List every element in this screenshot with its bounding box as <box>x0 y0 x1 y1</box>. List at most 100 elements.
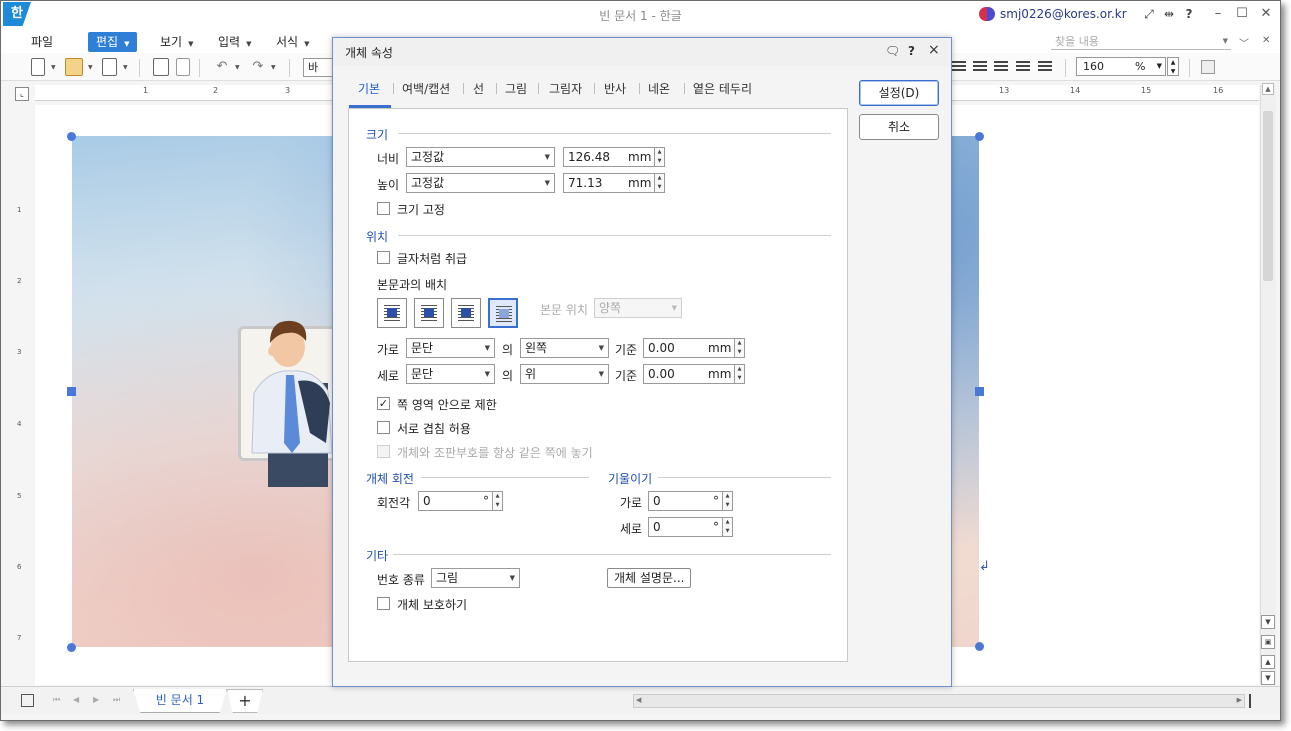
ok-button[interactable]: 설정(D) <box>859 80 939 106</box>
same-page-checkbox[interactable] <box>377 445 390 458</box>
document-list-icon[interactable] <box>21 694 34 707</box>
scrollbar-thumb[interactable] <box>1263 111 1273 281</box>
new-document-icon[interactable] <box>31 58 45 76</box>
style-select[interactable]: 바 <box>303 58 333 77</box>
prev-page-icon[interactable]: ▲ <box>1261 655 1275 669</box>
save-icon[interactable] <box>102 58 117 76</box>
ruler-toggle-icon[interactable]: ⌞ <box>15 87 29 101</box>
menu-format[interactable]: 서식 ▼ <box>276 32 309 52</box>
menu-view[interactable]: 보기 ▼ <box>160 32 193 52</box>
chevron-down-icon[interactable]: ▼ <box>51 64 56 71</box>
preview-icon[interactable] <box>176 58 190 76</box>
width-stepper[interactable]: ▲ ▼ <box>654 147 665 167</box>
account-info[interactable]: smj0226@kores.or.kr <box>979 7 1127 21</box>
dialog-close-icon[interactable]: × <box>928 42 940 58</box>
horizontal-scrollbar[interactable]: ◀ ▶ <box>633 694 1245 708</box>
vertical-relative-select[interactable]: 문단 ▼ <box>406 364 495 384</box>
cancel-button[interactable]: 취소 <box>859 114 939 140</box>
chevron-down-icon[interactable]: ▼ <box>271 64 276 71</box>
align-distribute-icon[interactable] <box>1038 61 1052 73</box>
wrap-square-button[interactable] <box>377 298 407 328</box>
width-input[interactable]: 126.48 mm ▲ ▼ <box>563 147 665 167</box>
height-input[interactable]: 71.13 mm ▲ ▼ <box>563 173 665 193</box>
tab-reflection[interactable]: 반사 <box>604 80 626 97</box>
chevron-down-icon[interactable]: ▼ <box>88 64 93 71</box>
tab-neon[interactable]: 네온 <box>648 80 670 97</box>
print-icon[interactable] <box>153 58 169 76</box>
first-tab-icon[interactable]: ⏮ <box>53 695 60 705</box>
horizontal-offset-input[interactable]: 0.00 mm ▲ ▼ <box>643 338 745 358</box>
vertical-offset-stepper[interactable]: ▲ ▼ <box>734 364 745 384</box>
resize-handle[interactable] <box>67 132 76 141</box>
menu-file[interactable]: 파일 <box>31 32 53 52</box>
rotation-angle-input[interactable]: 0 ° ▲ ▼ <box>418 491 503 511</box>
align-right-icon[interactable] <box>994 61 1008 73</box>
scroll-right-icon[interactable]: ▶ <box>1237 696 1242 704</box>
resize-handle[interactable] <box>975 132 984 141</box>
horizontal-offset-stepper[interactable]: ▲ ▼ <box>734 338 745 358</box>
add-tab-button[interactable]: + <box>227 689 263 713</box>
zoom-stepper[interactable]: ▲ ▼ <box>1167 57 1179 76</box>
open-folder-icon[interactable] <box>65 58 83 76</box>
tab-margin-caption[interactable]: 여백/캡션 <box>402 80 450 97</box>
maximize-button[interactable]: ☐ <box>1233 5 1251 23</box>
find-input[interactable]: 찾을 내용 ▼ <box>1051 33 1231 50</box>
wrap-behind-text-button[interactable] <box>488 298 518 328</box>
skew-vertical-stepper[interactable]: ▲ ▼ <box>722 517 733 537</box>
minimize-button[interactable]: – <box>1209 5 1227 23</box>
resize-handle[interactable] <box>67 643 76 652</box>
zoom-select[interactable]: 160 % ▼ <box>1076 57 1166 76</box>
prev-tab-icon[interactable]: ◀ <box>73 695 79 704</box>
tab-soft-border[interactable]: 옅은 테두리 <box>693 80 752 97</box>
size-lock-checkbox[interactable] <box>377 202 390 215</box>
allow-overlap-checkbox[interactable] <box>377 421 390 434</box>
skew-horizontal-stepper[interactable]: ▲ ▼ <box>722 491 733 511</box>
vertical-offset-input[interactable]: 0.00 mm ▲ ▼ <box>643 364 745 384</box>
skew-vertical-input[interactable]: 0 ° ▲ ▼ <box>648 517 733 537</box>
redo-icon[interactable]: ↷ <box>249 58 267 76</box>
scroll-left-icon[interactable]: ◀ <box>636 696 641 704</box>
scroll-end-icon[interactable] <box>1249 694 1257 708</box>
wrap-tight-button[interactable] <box>414 298 444 328</box>
tab-line[interactable]: 선 <box>473 80 484 97</box>
align-justify-icon[interactable] <box>1016 61 1030 73</box>
vertical-align-select[interactable]: 위 ▼ <box>520 364 609 384</box>
limit-to-page-checkbox[interactable]: ✓ <box>377 397 390 410</box>
skew-horizontal-input[interactable]: 0 ° ▲ ▼ <box>648 491 733 511</box>
text-position-select[interactable]: 양쪽 ▼ <box>594 298 682 318</box>
height-stepper[interactable]: ▲ ▼ <box>654 173 665 193</box>
document-tab[interactable]: 빈 문서 1 <box>133 689 227 713</box>
ribbon-collapse-icon[interactable]: ﹀ <box>1239 35 1249 50</box>
scroll-up-icon[interactable]: ▲ <box>1262 83 1274 95</box>
horizontal-relative-select[interactable]: 문단 ▼ <box>406 338 495 358</box>
dialog-help-icon[interactable]: ? <box>908 44 915 58</box>
close-ribbon-icon[interactable]: ✕ <box>1262 35 1270 46</box>
wrap-through-button[interactable] <box>451 298 481 328</box>
resize-handle[interactable] <box>67 387 76 396</box>
last-tab-icon[interactable]: ⏭ <box>113 695 120 705</box>
resize-handle[interactable] <box>975 642 984 651</box>
page-view-icon[interactable]: ▣ <box>1261 635 1275 649</box>
numbering-type-select[interactable]: 그림 ▼ <box>431 568 520 588</box>
fullscreen-icon[interactable]: ⤢ <box>1141 6 1157 22</box>
scroll-down-icon[interactable]: ▼ <box>1261 615 1275 629</box>
menu-edit[interactable]: 편집 ▼ <box>88 32 138 52</box>
align-center-icon[interactable] <box>973 61 987 73</box>
align-left-icon[interactable] <box>952 61 966 73</box>
chevron-down-icon[interactable]: ▼ <box>123 64 128 71</box>
resize-handle[interactable] <box>975 387 984 396</box>
dialog-title-bar[interactable]: 개체 속성 🗨 ? × <box>333 38 951 66</box>
horizontal-align-select[interactable]: 왼쪽 ▼ <box>520 338 609 358</box>
height-mode-select[interactable]: 고정값 ▼ <box>406 173 555 193</box>
split-view-icon[interactable]: ⇹ <box>1161 6 1177 22</box>
tab-basic[interactable]: 기본 <box>358 80 380 97</box>
toolbar-option-icon[interactable] <box>1201 60 1215 74</box>
chevron-down-icon[interactable]: ▼ <box>235 64 240 71</box>
treat-as-char-checkbox[interactable] <box>377 251 390 264</box>
next-tab-icon[interactable]: ▶ <box>93 695 99 704</box>
next-page-icon[interactable]: ▼ <box>1261 671 1275 685</box>
object-description-button[interactable]: 개체 설명문... <box>607 568 692 588</box>
help-icon[interactable]: ? <box>1181 6 1197 22</box>
tab-picture[interactable]: 그림 <box>505 80 527 97</box>
tab-shadow[interactable]: 그림자 <box>549 80 582 97</box>
